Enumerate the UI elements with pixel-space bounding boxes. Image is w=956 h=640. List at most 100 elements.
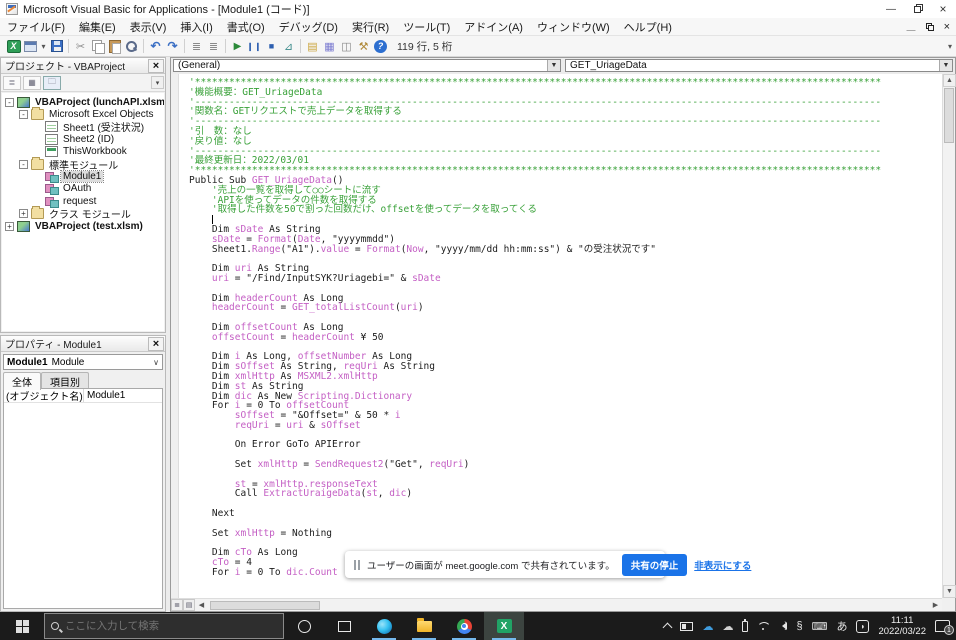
toolbar-overflow-icon[interactable]: ▾: [948, 42, 952, 51]
scroll-left-icon[interactable]: ◀: [195, 599, 208, 612]
properties-panel-header[interactable]: プロパティ - Module1 ×: [1, 336, 165, 352]
project-explorer-icon[interactable]: ▤: [304, 38, 321, 55]
view-code-button[interactable]: ≣: [3, 75, 21, 90]
tree-item[interactable]: Sheet1 (受注状況): [2, 121, 164, 134]
vertical-scroll-thumb[interactable]: [944, 88, 954, 143]
copy-icon[interactable]: [91, 39, 105, 54]
tree-expand-icon[interactable]: -: [19, 159, 28, 169]
cut-icon[interactable]: ✂: [72, 38, 89, 55]
tree-expand-icon[interactable]: -: [19, 110, 28, 120]
indent-icon[interactable]: ≣: [188, 38, 205, 55]
taskbar-search[interactable]: [44, 613, 284, 639]
menu-item[interactable]: 実行(R): [345, 18, 396, 36]
volume-icon[interactable]: [778, 620, 788, 630]
properties-window-icon[interactable]: ▦: [321, 38, 338, 55]
insert-dropdown-icon[interactable]: ▾: [39, 38, 48, 55]
wifi-icon[interactable]: [757, 621, 772, 631]
outdent-icon[interactable]: ≣: [205, 38, 222, 55]
action-center-icon[interactable]: 1: [935, 620, 954, 635]
full-module-view-button[interactable]: ▤: [183, 599, 195, 611]
vertical-scrollbar[interactable]: ▲ ▼: [942, 74, 956, 598]
ime-mode-icon[interactable]: あ: [836, 618, 847, 634]
menu-item[interactable]: 挿入(I): [173, 18, 219, 36]
menu-item[interactable]: 書式(O): [220, 18, 272, 36]
tree-item[interactable]: Sheet2 (ID): [2, 133, 164, 145]
child-minimize-button[interactable]: ＿: [907, 20, 916, 33]
tab-alphabetic[interactable]: 全体: [3, 372, 41, 390]
taskbar-cortana-button[interactable]: [284, 612, 324, 640]
tree-item[interactable]: Module1: [2, 170, 164, 184]
tree-item[interactable]: OAuth: [2, 183, 164, 196]
tree-expand-icon[interactable]: +: [5, 221, 14, 231]
view-excel-icon[interactable]: X: [6, 39, 21, 53]
toolbox-icon[interactable]: ⚒: [355, 38, 372, 55]
tree-item[interactable]: + クラス モジュール: [2, 206, 164, 221]
horizontal-scrollbar[interactable]: ≣ ▤ ◀ ▶: [171, 598, 942, 611]
scroll-up-icon[interactable]: ▲: [943, 74, 956, 87]
paste-icon[interactable]: [108, 39, 121, 54]
taskbar-taskview-button[interactable]: [324, 612, 364, 640]
close-button[interactable]: ×: [930, 0, 956, 18]
property-row[interactable]: (オブジェクト名) Module1: [4, 389, 162, 403]
code-editor[interactable]: '***************************************…: [171, 74, 942, 598]
night-mode-icon[interactable]: ◗: [856, 619, 870, 633]
project-panel-close-icon[interactable]: ×: [148, 58, 164, 73]
cloud-sync-icon[interactable]: ☁: [722, 620, 733, 633]
scroll-down-icon[interactable]: ▼: [943, 585, 956, 598]
menu-item[interactable]: デバッグ(D): [272, 18, 345, 36]
taskbar-explorer-button[interactable]: [404, 612, 444, 640]
find-icon[interactable]: [125, 40, 138, 53]
insert-userform-icon[interactable]: [24, 40, 37, 52]
hide-notification-link[interactable]: 非表示にする: [694, 558, 751, 572]
tree-expand-icon[interactable]: -: [5, 97, 14, 107]
properties-panel-close-icon[interactable]: ×: [148, 336, 164, 351]
procedure-dropdown[interactable]: GET_UriageData ▼: [565, 59, 953, 72]
design-mode-icon[interactable]: ⊿: [280, 38, 297, 55]
menu-item[interactable]: ファイル(F): [0, 18, 72, 36]
break-icon[interactable]: ❙❙: [246, 38, 263, 55]
usb-device-icon[interactable]: [742, 618, 749, 632]
menu-item[interactable]: ウィンドウ(W): [530, 18, 617, 36]
save-icon[interactable]: [50, 40, 63, 52]
help-icon[interactable]: ?: [374, 39, 387, 53]
object-dropdown-arrow-icon[interactable]: ▼: [547, 60, 560, 71]
restore-button[interactable]: [904, 0, 930, 18]
pause-share-icon[interactable]: [354, 559, 360, 570]
tree-item[interactable]: - VBAProject (lunchAPI.xlsm): [2, 96, 164, 108]
project-toolbar-scroll-icon[interactable]: ▾: [151, 76, 164, 89]
taskbar-edge-button[interactable]: [364, 612, 404, 640]
taskbar-chrome-button[interactable]: [444, 612, 484, 640]
tree-expand-icon[interactable]: +: [19, 209, 28, 219]
project-panel-header[interactable]: プロジェクト - VBAProject ×: [1, 58, 165, 74]
menu-item[interactable]: アドイン(A): [457, 18, 530, 36]
display-icon[interactable]: [680, 621, 694, 631]
stop-sharing-button[interactable]: 共有の停止: [621, 553, 688, 576]
menu-item[interactable]: 表示(V): [123, 18, 174, 36]
menu-item[interactable]: ツール(T): [396, 18, 457, 36]
taskbar-excel-button[interactable]: X: [484, 612, 524, 640]
minimize-button[interactable]: —: [878, 0, 904, 18]
hidden-icons-chevron-icon[interactable]: [662, 621, 673, 633]
run-icon[interactable]: ▶: [229, 38, 246, 55]
child-restore-button[interactable]: [925, 22, 934, 31]
connection-icon[interactable]: §: [796, 620, 802, 632]
onedrive-icon[interactable]: ☁: [702, 620, 713, 633]
tree-item[interactable]: - 標準モジュール: [2, 156, 164, 172]
scroll-right-icon[interactable]: ▶: [929, 599, 942, 612]
object-dropdown[interactable]: (General) ▼: [173, 59, 561, 72]
procedure-dropdown-arrow-icon[interactable]: ▼: [939, 60, 952, 71]
redo-icon[interactable]: ↷: [164, 38, 181, 55]
object-browser-icon[interactable]: ◫: [338, 38, 355, 55]
horizontal-scroll-thumb[interactable]: [210, 600, 320, 610]
object-selector-dropdown-icon[interactable]: ∨: [150, 358, 162, 367]
reset-icon[interactable]: ■: [263, 38, 280, 55]
view-object-button[interactable]: ▦: [23, 75, 41, 90]
property-value[interactable]: Module1: [84, 390, 125, 401]
object-selector[interactable]: Module1 Module ∨: [3, 354, 163, 370]
touch-keyboard-icon[interactable]: ⌨: [812, 620, 828, 633]
procedure-view-button[interactable]: ≣: [171, 599, 183, 611]
start-button[interactable]: [0, 612, 44, 640]
taskbar-clock[interactable]: 11:11 2022/03/22: [878, 615, 926, 637]
toggle-folders-button[interactable]: 🗀: [43, 75, 61, 90]
child-close-button[interactable]: ×: [944, 21, 950, 33]
